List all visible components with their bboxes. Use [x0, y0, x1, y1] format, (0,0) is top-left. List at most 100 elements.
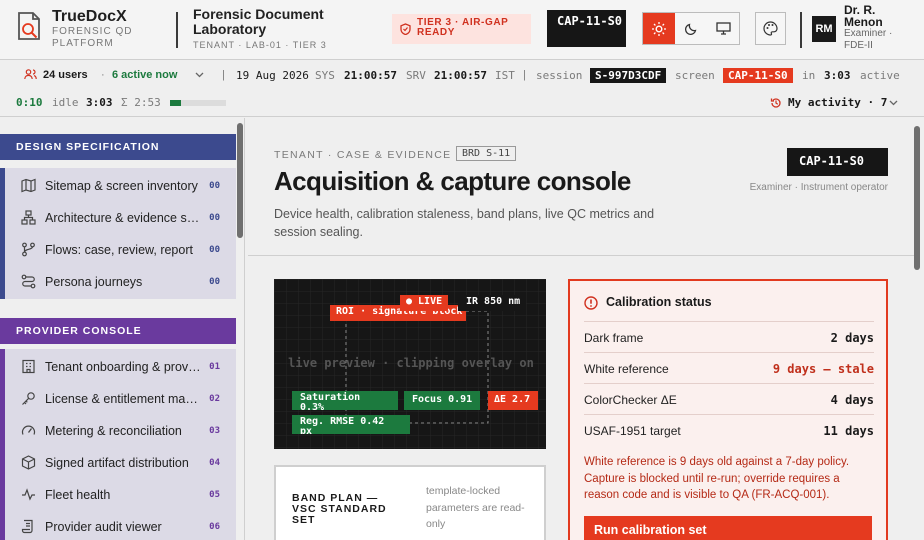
chevron-down-icon[interactable]	[195, 72, 204, 78]
sidebar-item-label: Persona journeys	[45, 275, 143, 289]
saturation-metric: Saturation 0.3%	[292, 391, 398, 410]
sidebar-item-fleet-health[interactable]: Fleet health 05	[5, 479, 236, 511]
avatar[interactable]: RM	[812, 16, 836, 42]
calibration-item-name: White reference	[584, 362, 669, 376]
chevron-down-icon[interactable]	[889, 100, 898, 106]
sidebar: DESIGN SPECIFICATION Sitemap & screen in…	[0, 118, 245, 540]
page-roles: Examiner · Instrument operator	[749, 182, 888, 193]
sidebar-item-metering[interactable]: Metering & reconciliation 03	[5, 415, 236, 447]
theme-switcher	[642, 12, 740, 45]
calibration-item-age: 4 days	[830, 393, 874, 407]
calibration-row: Dark frame 2 days	[584, 321, 874, 352]
calibration-item-name: USAF-1951 target	[584, 424, 681, 438]
item-count: 00	[209, 245, 220, 255]
idle-time: 3:03	[86, 96, 113, 109]
total-time: Σ 2:53	[121, 96, 161, 109]
shield-icon	[400, 23, 411, 35]
light-mode-button[interactable]	[643, 13, 675, 44]
session-status-bar: 24 users · 6 active now | 19 Aug 2026 SY…	[0, 60, 924, 117]
history-icon	[770, 97, 782, 109]
my-activity-button[interactable]: My activity · 7	[788, 96, 887, 109]
screen-id[interactable]: CAP-11-S0	[723, 68, 793, 83]
calibration-row: USAF-1951 target 11 days	[584, 414, 874, 445]
sidebar-item-persona-journeys[interactable]: Persona journeys 00	[5, 266, 236, 298]
in-time: 3:03	[824, 69, 851, 82]
item-count: 02	[209, 394, 220, 404]
tier-badge: TIER 3 · AIR-GAP READY	[392, 14, 531, 44]
wavelength-tag: IR 850 nm	[458, 295, 526, 311]
sidebar-item-sitemap[interactable]: Sitemap & screen inventory 00	[5, 170, 236, 202]
rmse-metric: Reg. RMSE 0.42 px	[292, 415, 410, 434]
app-header: TrueDocX FORENSIC QD PLATFORM Forensic D…	[0, 0, 924, 60]
sidebar-scrollbar[interactable]	[237, 123, 243, 238]
app-subtitle: FORENSIC QD PLATFORM	[52, 26, 133, 49]
truedocx-logo-icon	[16, 12, 42, 42]
sidebar-item-label: Flows: case, review, report	[45, 243, 193, 257]
user-role: Examiner · FDE-II	[844, 28, 893, 51]
divider	[176, 12, 178, 48]
item-count: 00	[209, 181, 220, 191]
sidebar-item-architecture[interactable]: Architecture & evidence services 00	[5, 202, 236, 234]
run-calibration-button[interactable]: Run calibration set	[584, 516, 872, 540]
band-plan-note: template-locked parameters are read-only	[426, 485, 525, 530]
sidebar-item-label: Architecture & evidence services	[45, 211, 202, 225]
screen-id-badge: CAP-11-S0	[787, 148, 888, 176]
live-preview[interactable]: ROI · signature block ● LIVE IR 850 nm l…	[274, 279, 546, 449]
sidebar-item-license[interactable]: License & entitlement management 02	[5, 383, 236, 415]
delta-e-metric: ΔE 2.7	[488, 391, 538, 410]
srv-time: 21:00:57	[434, 69, 487, 82]
monitor-icon	[715, 22, 731, 35]
system-mode-button[interactable]	[707, 13, 739, 44]
current-date: 19 Aug 2026	[236, 69, 309, 82]
page-title: Acquisition & capture console	[274, 166, 631, 196]
moon-icon	[684, 22, 698, 35]
activity-progress-fill	[170, 100, 182, 106]
user-name: Dr. R. Menon	[844, 3, 883, 29]
active-count[interactable]: 6 active now	[112, 69, 177, 81]
breadcrumb: TENANT · CASE & EVIDENCE	[274, 149, 452, 161]
sidebar-item-artifact-distribution[interactable]: Signed artifact distribution 04	[5, 447, 236, 479]
session-id[interactable]: S-997D3CDF	[590, 68, 667, 83]
sidebar-item-label: Fleet health	[45, 488, 111, 502]
sidebar-item-label: Provider audit viewer	[45, 520, 162, 534]
lab-info: Forensic Document Laboratory TENANT · LA…	[193, 6, 333, 51]
sidebar-item-label: Metering & reconciliation	[45, 424, 182, 438]
item-count: 03	[209, 426, 220, 436]
brd-reference-badge[interactable]: BRD S-11	[456, 146, 517, 161]
lab-subtitle: TENANT · LAB-01 · TIER 3	[193, 40, 327, 50]
screen-id-badge: CAP-11-S0	[547, 10, 626, 47]
item-count: 06	[209, 522, 220, 532]
user-info[interactable]: Dr. R. Menon Examiner · FDE-II	[844, 4, 904, 52]
active-time: 0:10	[16, 96, 43, 109]
item-count: 01	[209, 362, 220, 372]
calibration-title: Calibration status	[606, 295, 712, 309]
calibration-item-name: Dark frame	[584, 331, 644, 345]
section-provider-console[interactable]: PROVIDER CONSOLE	[0, 318, 236, 344]
dark-mode-button[interactable]	[675, 13, 707, 44]
sidebar-item-flows[interactable]: Flows: case, review, report 00	[5, 234, 236, 266]
palette-icon	[763, 21, 778, 36]
calibration-item-age: 11 days	[823, 424, 874, 438]
main-scrollbar[interactable]	[914, 126, 920, 270]
sys-label: SYS	[315, 69, 335, 82]
preview-placeholder: live preview · clipping overlay on	[288, 356, 534, 370]
main-content: TENANT · CASE & EVIDENCE BRD S-11 Acquis…	[248, 118, 914, 540]
screen-label: screen	[675, 69, 715, 82]
sidebar-item-provider-audit[interactable]: Provider audit viewer 06	[5, 511, 236, 540]
brand[interactable]: TrueDocX FORENSIC QD PLATFORM	[52, 8, 162, 50]
lab-title: Forensic Document Laboratory	[193, 6, 324, 37]
users-count[interactable]: 24 users	[43, 69, 88, 81]
item-count: 05	[209, 490, 220, 500]
sidebar-item-label: Tenant onboarding & provisioning	[45, 360, 202, 374]
sidebar-item-label: License & entitlement management	[45, 392, 202, 406]
separator: |	[523, 69, 526, 81]
section-design-specification[interactable]: DESIGN SPECIFICATION	[0, 134, 236, 160]
calibration-item-name: ColorChecker ΔE	[584, 393, 677, 407]
separator: |	[222, 69, 225, 81]
palette-button[interactable]	[755, 12, 786, 45]
sidebar-item-tenant-onboarding[interactable]: Tenant onboarding & provisioning 01	[5, 351, 236, 383]
calibration-item-age: 9 days — stale	[772, 362, 874, 376]
band-plan-panel: BAND PLAN — VSC STANDARD SET template-lo…	[274, 465, 546, 540]
design-spec-group: Sitemap & screen inventory 00 Architectu…	[0, 168, 236, 299]
srv-label: SRV	[406, 69, 426, 82]
